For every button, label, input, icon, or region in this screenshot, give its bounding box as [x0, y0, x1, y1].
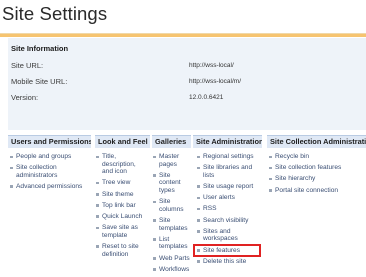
site-collection-features-link[interactable]: Site collection features — [268, 164, 366, 172]
version-value: 12.0.0.6421 — [189, 94, 224, 101]
site-collection-administration-list: Recycle bin Site collection features Sit… — [268, 153, 366, 198]
web-parts-link[interactable]: Web Parts — [152, 255, 190, 263]
site-information-header: Site Information — [11, 44, 69, 53]
title-description-icon-link[interactable]: Title, description, and icon — [95, 153, 145, 176]
site-content-types-link[interactable]: Site content types — [152, 172, 190, 195]
site-hierarchy-link[interactable]: Site hierarchy — [268, 175, 366, 183]
delete-this-site-link[interactable]: Delete this site — [196, 258, 258, 266]
people-and-groups-link[interactable]: People and groups — [9, 153, 91, 161]
site-usage-report-link[interactable]: Site usage report — [196, 183, 258, 191]
title-divider — [0, 33, 366, 37]
save-site-as-template-link[interactable]: Save site as template — [95, 224, 145, 239]
workflows-link[interactable]: Workflows — [152, 266, 190, 274]
site-theme-link[interactable]: Site theme — [95, 191, 145, 199]
galleries-list: Master pages Site content types Site col… — [152, 153, 190, 277]
site-collection-administration-header: Site Collection Administration — [267, 135, 366, 148]
mobile-site-url-value: http://wss-local/m/ — [189, 78, 242, 85]
search-visibility-link[interactable]: Search visibility — [196, 217, 258, 225]
site-administration-header: Site Administration — [193, 135, 262, 148]
portal-site-connection-link[interactable]: Portal site connection — [268, 187, 366, 195]
users-permissions-header: Users and Permissions — [8, 135, 91, 148]
quick-launch-link[interactable]: Quick Launch — [95, 213, 145, 221]
recycle-bin-link[interactable]: Recycle bin — [268, 153, 366, 161]
users-permissions-list: People and groups Site collection admini… — [9, 153, 91, 194]
user-alerts-link[interactable]: User alerts — [196, 194, 258, 202]
list-templates-link[interactable]: List templates — [152, 236, 190, 251]
galleries-header: Galleries — [152, 135, 191, 148]
mobile-site-url-label: Mobile Site URL: — [11, 77, 68, 86]
reset-to-site-definition-link[interactable]: Reset to site definition — [95, 243, 145, 258]
advanced-permissions-link[interactable]: Advanced permissions — [9, 183, 91, 191]
top-link-bar-link[interactable]: Top link bar — [95, 202, 145, 210]
sites-and-workspaces-link[interactable]: Sites and workspaces — [196, 228, 258, 243]
master-pages-link[interactable]: Master pages — [152, 153, 190, 168]
site-features-link[interactable]: Site features — [193, 243, 261, 257]
site-url-label: Site URL: — [11, 61, 44, 70]
site-collection-administrators-link[interactable]: Site collection administrators — [9, 164, 91, 179]
version-label: Version: — [11, 93, 39, 102]
site-libraries-and-lists-link[interactable]: Site libraries and lists — [196, 164, 258, 179]
look-and-feel-list: Title, description, and icon Tree view S… — [95, 153, 145, 262]
site-administration-list: Regional settings Site libraries and lis… — [193, 153, 261, 269]
tree-view-link[interactable]: Tree view — [95, 179, 145, 187]
site-url-value: http://wss-local/ — [189, 62, 234, 69]
site-columns-link[interactable]: Site columns — [152, 198, 190, 213]
page-title: Site Settings — [2, 3, 108, 24]
site-templates-link[interactable]: Site templates — [152, 217, 190, 232]
look-and-feel-header: Look and Feel — [95, 135, 150, 148]
regional-settings-link[interactable]: Regional settings — [196, 153, 258, 161]
rss-link[interactable]: RSS — [196, 205, 258, 213]
